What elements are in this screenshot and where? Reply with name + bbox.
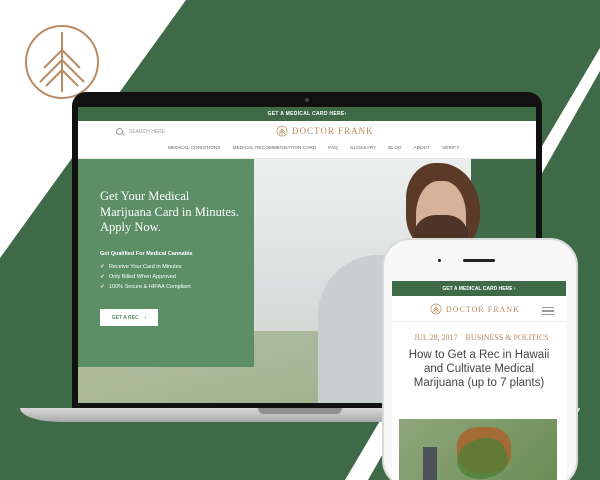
person-leg <box>423 447 437 480</box>
get-rec-button[interactable]: GET A REC › <box>100 309 158 326</box>
main-nav: MEDICAL CONDITIONS MEDICAL RECOMMENDATIO… <box>168 146 459 151</box>
brand-logo-icon <box>25 25 99 99</box>
nav-item-faq[interactable]: FAQ <box>328 146 338 151</box>
chevron-right-icon: › <box>144 314 147 321</box>
hero-subtitle: Get Qualified For Medical Cannabis <box>100 251 193 257</box>
feature-item: ✓ Only Billed When Approved <box>100 274 176 280</box>
nav-item-medical-recommendation-card[interactable]: MEDICAL RECOMMENDATION CARD <box>233 146 317 151</box>
mobile-logo[interactable]: DOCTOR FRANK <box>430 303 520 315</box>
top-banner-link[interactable]: GET A MEDICAL CARD HERE › <box>78 107 536 121</box>
leaf-circle-icon <box>430 303 442 315</box>
nav-item-about[interactable]: ABOUT <box>414 146 431 151</box>
article-title[interactable]: How to Get a Rec in Hawaii and Cultivate… <box>404 348 554 390</box>
article-meta: JUL 28, 2017 BUSINESS & POLITICS <box>414 333 549 342</box>
search-icon[interactable] <box>116 128 123 135</box>
nav-item-verify[interactable]: VERIFY <box>442 146 459 151</box>
nav-item-glossary[interactable]: GLOSSARY <box>350 146 376 151</box>
feature-item: ✓ Receive Your Card in Minutes <box>100 264 182 270</box>
mobile-top-banner-link[interactable]: GET A MEDICAL CARD HERE › <box>392 281 566 296</box>
feature-list: ✓ Receive Your Card in Minutes ✓ Only Bill… <box>100 262 191 292</box>
feature-item: ✓ 100% Secure & HIPAA Compliant <box>100 284 191 290</box>
chevron-right-icon: › <box>512 285 516 292</box>
cta-label: GET A REC <box>111 314 139 321</box>
mobile-logo-text: DOCTOR FRANK <box>446 304 520 314</box>
hero-title: Get Your Medical Marijuana Card in Minut… <box>100 189 239 234</box>
nav-item-blog[interactable]: BLOG <box>388 146 401 151</box>
hero-card: Get Your Medical Marijuana Card in Minut… <box>78 159 254 367</box>
top-banner-text: GET A MEDICAL CARD HERE <box>267 111 345 117</box>
site-logo-text: DOCTOR FRANK <box>292 126 374 136</box>
camera-dot <box>305 98 309 102</box>
article-image <box>399 419 557 480</box>
article-date: JUL 28, 2017 <box>414 333 458 342</box>
check-icon: ✓ <box>100 284 105 290</box>
search-box[interactable]: SEARCH HERE <box>116 128 165 135</box>
chevron-right-icon: › <box>344 111 347 117</box>
leaf-circle-icon <box>276 125 288 137</box>
article-category[interactable]: BUSINESS & POLITICS <box>465 333 548 342</box>
mobile-header: DOCTOR FRANK <box>392 296 566 322</box>
site-logo[interactable]: DOCTOR FRANK <box>276 125 374 137</box>
nav-item-medical-conditions[interactable]: MEDICAL CONDITIONS <box>168 146 221 151</box>
search-placeholder[interactable]: SEARCH HERE <box>129 129 165 135</box>
check-icon: ✓ <box>100 274 105 280</box>
mobile-top-banner-text: GET A MEDICAL CARD HERE <box>442 285 513 292</box>
phone-screen: GET A MEDICAL CARD HERE › DOCTOR FRANK J… <box>392 281 566 480</box>
phone-camera-dot <box>438 259 441 262</box>
check-icon: ✓ <box>100 264 105 270</box>
hamburger-menu-icon[interactable] <box>542 307 554 315</box>
laptop-notch <box>258 408 342 414</box>
phone-speaker <box>463 259 495 262</box>
site-header: SEARCH HERE DOCTOR FRANK MEDICAL CONDITI… <box>78 121 536 159</box>
